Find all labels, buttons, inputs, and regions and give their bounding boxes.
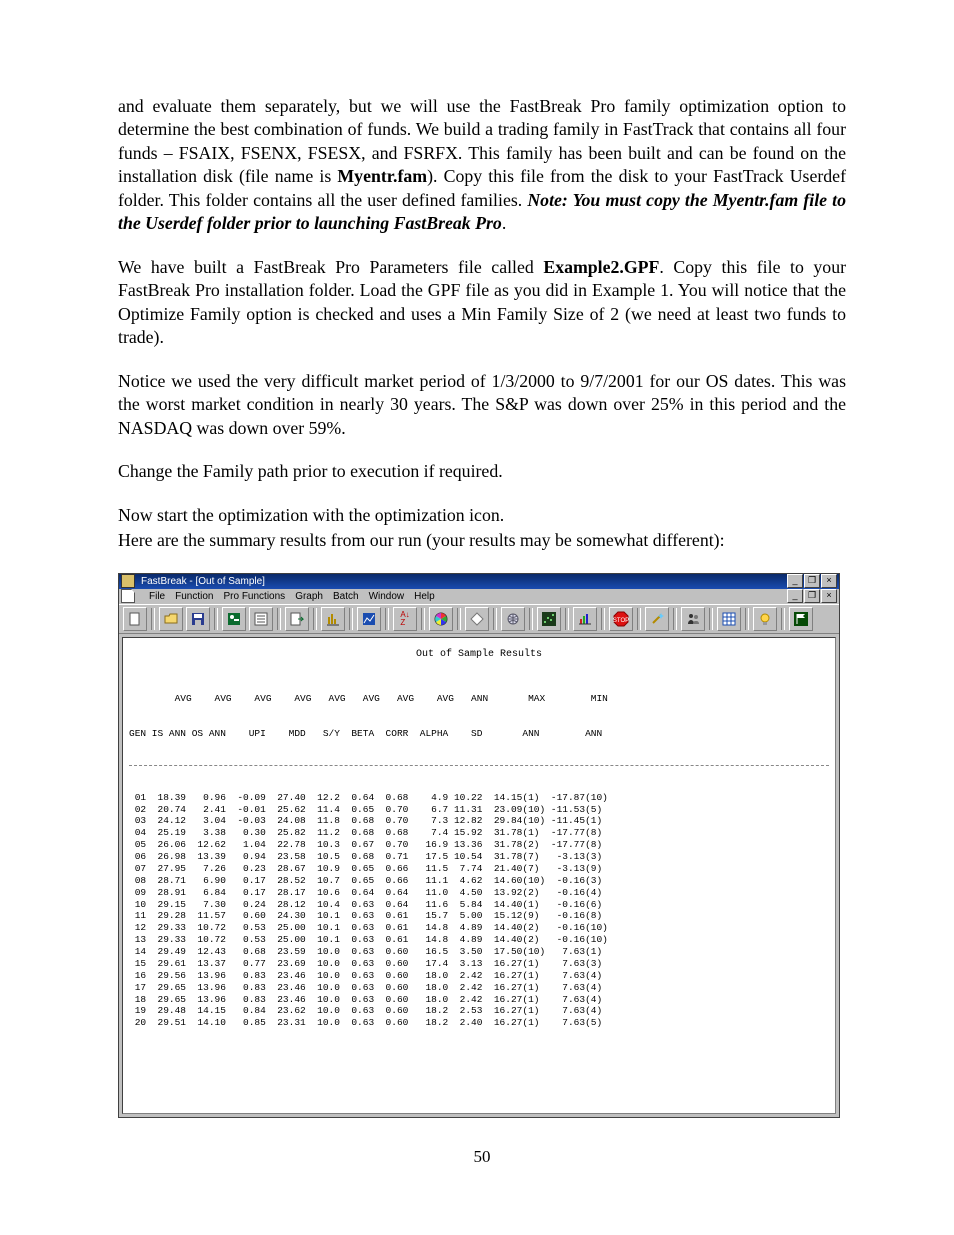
paragraph-1: and evaluate them separately, but we wil… <box>118 95 846 236</box>
title-bar[interactable]: FastBreak - [Out of Sample] _ ❐ × <box>119 574 839 589</box>
doc-blank-icon[interactable] <box>123 607 147 631</box>
save-icon[interactable] <box>186 607 210 631</box>
results-caption: Out of Sample Results <box>129 648 829 661</box>
mdi-maximize-button[interactable]: ❐ <box>804 589 820 603</box>
export-icon[interactable] <box>285 607 309 631</box>
wand-icon[interactable] <box>645 607 669 631</box>
table-row: 13 29.33 10.72 0.53 25.00 10.1 0.63 0.61… <box>129 934 829 946</box>
lightbulb-icon[interactable] <box>753 607 777 631</box>
scatter-icon[interactable] <box>537 607 561 631</box>
globe-gear-icon[interactable] <box>501 607 525 631</box>
table-divider <box>129 765 829 766</box>
table-row: 09 28.91 6.84 0.17 28.17 10.6 0.64 0.64 … <box>129 887 829 899</box>
fastbreak-window: FastBreak - [Out of Sample] _ ❐ × File F… <box>118 573 840 1118</box>
maximize-button[interactable]: ❐ <box>804 574 820 588</box>
diamond-icon[interactable] <box>465 607 489 631</box>
stop-icon[interactable]: STOP <box>609 607 633 631</box>
menu-window[interactable]: Window <box>369 590 405 603</box>
minimize-button[interactable]: _ <box>787 574 803 588</box>
page-number: 50 <box>118 1146 846 1168</box>
menu-file[interactable]: File <box>149 590 165 603</box>
table-row: 08 28.71 6.90 0.17 28.52 10.7 0.65 0.66 … <box>129 875 829 887</box>
grid-icon[interactable] <box>717 607 741 631</box>
table-header-1: AVG AVG AVG AVG AVG AVG AVG AVG ANN MAX … <box>129 693 829 705</box>
mdi-minimize-button[interactable]: _ <box>787 589 803 603</box>
table-row: 02 20.74 2.41 -0.01 25.62 11.4 0.65 0.70… <box>129 804 829 816</box>
results-table: AVG AVG AVG AVG AVG AVG AVG AVG ANN MAX … <box>129 669 829 1053</box>
menu-graph[interactable]: Graph <box>295 590 323 603</box>
sort-az-icon[interactable]: A↓Z <box>393 607 417 631</box>
flag-icon[interactable] <box>789 607 813 631</box>
table-row: 18 29.65 13.96 0.83 23.46 10.0 0.63 0.60… <box>129 994 829 1006</box>
paragraph-6: Here are the summary results from our ru… <box>118 529 846 552</box>
table-row: 10 29.15 7.30 0.24 28.12 10.4 0.63 0.64 … <box>129 899 829 911</box>
table-row: 05 26.06 12.62 1.04 22.78 10.3 0.67 0.70… <box>129 839 829 851</box>
table-row: 20 29.51 14.10 0.85 23.31 10.0 0.63 0.60… <box>129 1017 829 1029</box>
toolbar: A↓Z STOP <box>119 604 839 634</box>
results-pane: Out of Sample Results AVG AVG AVG AVG AV… <box>122 637 836 1114</box>
table-row: 01 18.39 0.96 -0.09 27.40 12.2 0.64 0.68… <box>129 792 829 804</box>
table-row: 16 29.56 13.96 0.83 23.46 10.0 0.63 0.60… <box>129 970 829 982</box>
bar-chart-icon[interactable] <box>573 607 597 631</box>
table-row: 11 29.28 11.57 0.60 24.30 10.1 0.63 0.61… <box>129 910 829 922</box>
table-row: 15 29.61 13.37 0.77 23.69 10.0 0.63 0.60… <box>129 958 829 970</box>
close-button[interactable]: × <box>821 574 837 588</box>
forms-icon[interactable] <box>249 607 273 631</box>
color-wheel-icon[interactable] <box>429 607 453 631</box>
table-header-2: GEN IS ANN OS ANN UPI MDD S/Y BETA CORR … <box>129 728 829 740</box>
paragraph-5: Now start the optimization with the opti… <box>118 504 846 527</box>
table-row: 07 27.95 7.26 0.23 28.67 10.9 0.65 0.66 … <box>129 863 829 875</box>
people-icon[interactable] <box>681 607 705 631</box>
folder-open-icon[interactable] <box>159 607 183 631</box>
table-row: 19 29.48 14.15 0.84 23.62 10.0 0.63 0.60… <box>129 1005 829 1017</box>
paragraph-3: Notice we used the very difficult market… <box>118 370 846 440</box>
chart-blue-icon[interactable] <box>357 607 381 631</box>
table-row: 06 26.98 13.39 0.94 23.58 10.5 0.68 0.71… <box>129 851 829 863</box>
menu-pro-functions[interactable]: Pro Functions <box>223 590 285 603</box>
paragraph-2: We have built a FastBreak Pro Parameters… <box>118 256 846 350</box>
svg-text:STOP: STOP <box>613 618 629 624</box>
menu-help[interactable]: Help <box>414 590 435 603</box>
app-icon <box>121 574 135 588</box>
window-title: FastBreak - [Out of Sample] <box>137 575 787 588</box>
paragraph-4: Change the Family path prior to executio… <box>118 460 846 483</box>
table-row: 12 29.33 10.72 0.53 25.00 10.1 0.63 0.61… <box>129 922 829 934</box>
tools-icon[interactable] <box>222 607 246 631</box>
menu-function[interactable]: Function <box>175 590 213 603</box>
mdi-doc-icon[interactable] <box>121 589 135 603</box>
table-row: 14 29.49 12.43 0.68 23.59 10.0 0.63 0.60… <box>129 946 829 958</box>
table-row: 03 24.12 3.04 -0.03 24.08 11.8 0.68 0.70… <box>129 815 829 827</box>
menu-bar: File Function Pro Functions Graph Batch … <box>119 589 839 604</box>
table-row: 04 25.19 3.38 0.30 25.82 11.2 0.68 0.68 … <box>129 827 829 839</box>
table-row: 17 29.65 13.96 0.83 23.46 10.0 0.63 0.60… <box>129 982 829 994</box>
mdi-close-button[interactable]: × <box>821 589 837 603</box>
menu-batch[interactable]: Batch <box>333 590 359 603</box>
optimize-icon[interactable] <box>321 607 345 631</box>
